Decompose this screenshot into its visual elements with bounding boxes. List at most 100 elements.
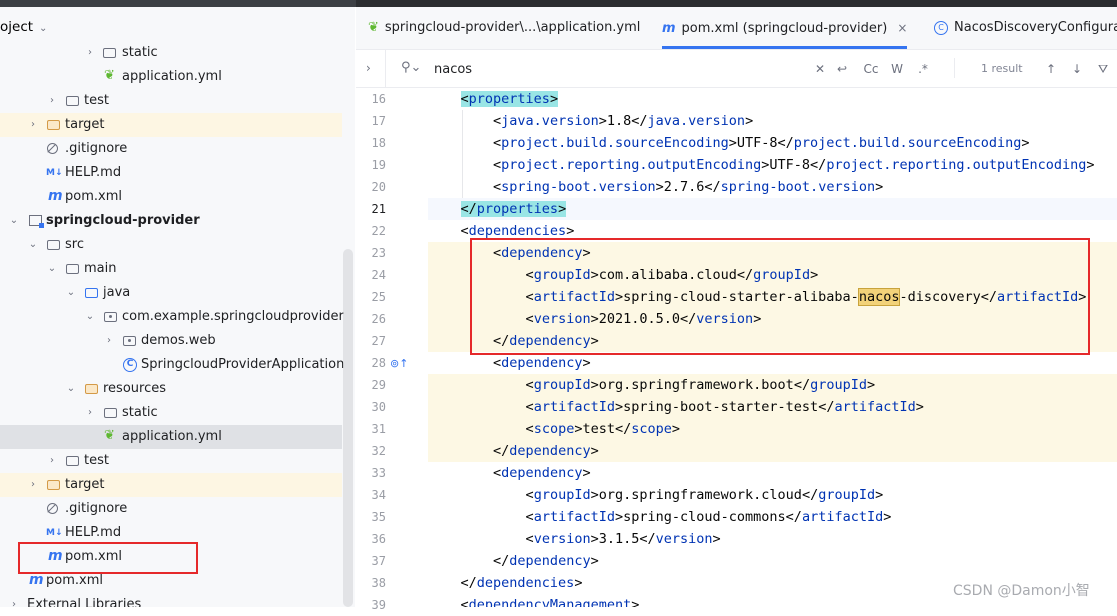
tree-item-label: src — [65, 237, 84, 252]
collapse-arrow-icon[interactable]: ⌄ — [8, 209, 20, 233]
line-number: 17 — [371, 114, 386, 128]
tree-item-src[interactable]: ⌄ src — [0, 233, 342, 257]
resources-folder-icon — [85, 384, 98, 394]
chevron-down-icon[interactable]: ⌄ — [39, 23, 47, 34]
line-number: 26 — [371, 312, 386, 326]
tree-item-application-yml-selected[interactable]: ❦ application.yml — [0, 425, 342, 449]
editor-gutter: 16 17 18 19 20 21 22 23 24 25 26 27 28 2… — [356, 88, 428, 612]
code-line: <version>3.1.5</version> — [525, 531, 721, 547]
code-line: </dependency> — [428, 440, 1117, 462]
line-number: 28 — [371, 356, 386, 370]
line-number: 37 — [371, 554, 386, 568]
arrow-up-icon[interactable]: ↑ — [1044, 59, 1058, 79]
tree-item-pom-xml[interactable]: m pom.xml — [0, 185, 342, 209]
code-line: <dependency> — [493, 355, 591, 371]
tree-item-label: External Libraries — [27, 597, 142, 607]
tab-application-yml[interactable]: ❦ springcloud-provider\...\application.ym… — [368, 7, 640, 49]
tree-item-application-class[interactable]: C SpringcloudProviderApplication — [0, 353, 345, 377]
tree-item-gitignore-2[interactable]: .gitignore — [0, 497, 342, 521]
expand-arrow-icon[interactable]: › — [27, 113, 39, 137]
line-number: 20 — [371, 180, 386, 194]
code-line: <artifactId>spring-boot-starter-test</ar… — [428, 396, 1117, 418]
code-line: <artifactId>spring-cloud-commons</artifa… — [525, 509, 892, 525]
result-count: 1 result — [981, 62, 1023, 75]
expand-replace-icon[interactable]: › — [366, 50, 371, 87]
arrow-down-icon[interactable]: ↓ — [1070, 59, 1084, 79]
tree-item-label: application.yml — [122, 69, 222, 84]
code-line: <scope>test</scope> — [428, 418, 1117, 440]
tree-item-test-2[interactable]: › test — [0, 449, 342, 473]
clear-icon[interactable]: ✕ — [814, 59, 826, 79]
source-folder-icon — [85, 288, 98, 298]
tree-item-springcloud-provider[interactable]: ⌄ springcloud-provider — [0, 209, 342, 233]
tree-item-label: SpringcloudProviderApplication — [141, 357, 345, 372]
maven-icon: m — [29, 572, 44, 588]
history-icon[interactable]: ↩ — [834, 59, 850, 79]
expand-arrow-icon[interactable]: › — [84, 401, 96, 425]
search-icon[interactable]: ⚲⌄ — [401, 60, 421, 75]
highlight-box-pom-xml — [18, 542, 198, 574]
tree-item-resources[interactable]: ⌄ resources — [0, 377, 342, 401]
tree-item-demos-web[interactable]: › demos.web — [0, 329, 342, 353]
tree-item-label: target — [65, 117, 105, 132]
class-icon: C — [934, 20, 948, 35]
code-line-current: </properties> — [428, 198, 1117, 220]
tree-item-gitignore[interactable]: .gitignore — [0, 137, 342, 161]
collapse-arrow-icon[interactable]: ⌄ — [65, 377, 77, 401]
line-number: 31 — [371, 422, 386, 436]
expand-arrow-icon[interactable]: › — [8, 593, 20, 607]
search-input[interactable] — [432, 56, 736, 82]
tree-item-static-2[interactable]: › static — [0, 401, 342, 425]
tree-item-label: test — [84, 93, 109, 108]
filter-icon[interactable]: ⛛ — [1096, 59, 1110, 79]
whole-word-button[interactable]: W — [889, 59, 905, 79]
tab-pom-xml[interactable]: m pom.xml (springcloud-provider) × — [662, 7, 908, 49]
tree-item-static[interactable]: › static — [0, 41, 342, 65]
code-line: </dependency> — [493, 553, 599, 569]
tree-item-label: resources — [103, 381, 167, 396]
tree-item-application-yml[interactable]: ❦ application.yml — [0, 65, 342, 89]
regex-button[interactable]: .* — [915, 59, 931, 79]
module-icon — [29, 215, 44, 228]
editor-tabs: ❦ springcloud-provider\...\application.ym… — [356, 7, 1117, 50]
tree-item-test[interactable]: › test — [0, 89, 342, 113]
tree-item-target-2[interactable]: › target — [0, 473, 342, 497]
tree-item-label: springcloud-provider — [46, 213, 200, 228]
spring-bean-gutter-icon[interactable]: ⊚↑ — [390, 357, 408, 370]
collapse-arrow-icon[interactable]: ⌄ — [65, 281, 77, 305]
collapse-arrow-icon[interactable]: ⌄ — [84, 305, 96, 329]
line-number: 32 — [371, 444, 386, 458]
folder-icon — [66, 456, 79, 466]
line-number: 36 — [371, 532, 386, 546]
tree-item-help-md[interactable]: M↓ HELP.md — [0, 161, 342, 185]
line-number: 22 — [371, 224, 386, 238]
expand-arrow-icon[interactable]: › — [84, 41, 96, 65]
expand-arrow-icon[interactable]: › — [46, 449, 58, 473]
code-line: <groupId>org.springframework.cloud</grou… — [525, 487, 884, 503]
tree-item-main[interactable]: ⌄ main — [0, 257, 342, 281]
tree-item-label: static — [122, 405, 158, 420]
code-line: <spring-boot.version>2.7.6</spring-boot.… — [493, 179, 884, 195]
expand-arrow-icon[interactable]: › — [103, 329, 115, 353]
match-case-button[interactable]: Cc — [862, 59, 880, 79]
folder-icon — [66, 96, 79, 106]
collapse-arrow-icon[interactable]: ⌄ — [27, 233, 39, 257]
tree-item-target[interactable]: › target — [0, 113, 342, 137]
line-number: 30 — [371, 400, 386, 414]
expand-arrow-icon[interactable]: › — [46, 89, 58, 113]
collapse-arrow-icon[interactable]: ⌄ — [46, 257, 58, 281]
project-view-title[interactable]: oject ⌄ — [0, 15, 47, 39]
tree-item-external-libraries[interactable]: › External Libraries — [0, 593, 342, 607]
maven-icon: m — [48, 188, 63, 204]
line-number: 16 — [371, 92, 386, 106]
expand-arrow-icon[interactable]: › — [27, 473, 39, 497]
tree-item-label: java — [103, 285, 131, 300]
close-icon[interactable]: × — [897, 21, 907, 35]
project-scrollbar[interactable] — [343, 249, 353, 607]
tab-nacos-discovery-config[interactable]: C NacosDiscoveryConfigura — [934, 7, 1117, 49]
tree-item-package-root[interactable]: ⌄ com.example.springcloudprovider — [0, 305, 344, 329]
tree-item-java[interactable]: ⌄ java — [0, 281, 342, 305]
maven-icon: m — [662, 21, 676, 36]
tab-label: pom.xml (springcloud-provider) — [681, 21, 888, 36]
find-bar-separator — [954, 58, 955, 78]
